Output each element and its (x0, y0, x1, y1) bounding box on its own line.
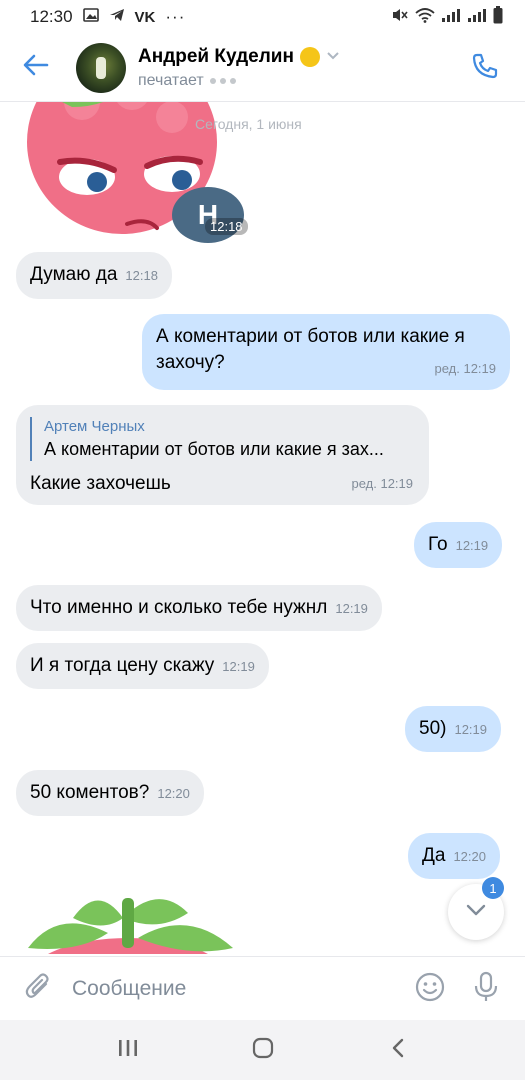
voice-message-button[interactable] (466, 969, 506, 1009)
message-time: 12:18 (205, 218, 248, 235)
back-button[interactable] (8, 40, 64, 96)
message-composer (0, 956, 525, 1020)
typing-status-text: печатает (138, 71, 204, 89)
outgoing-message[interactable]: А коментарии от ботов или какие я захочу… (142, 314, 510, 390)
strawberry-sticker[interactable] (18, 888, 238, 954)
recent-apps-button[interactable] (104, 1026, 152, 1074)
message-time: 12:19 (455, 538, 489, 553)
emoji-button[interactable] (410, 969, 450, 1009)
smile-icon (414, 971, 446, 1008)
message-time: 12:19 (335, 601, 368, 616)
status-time: 12:30 (30, 7, 73, 26)
chevron-down-icon (465, 903, 487, 922)
message-time: ред. 12:19 (351, 476, 413, 491)
chat-header: Андрей Куделин печатает (0, 34, 525, 102)
phone-icon (471, 52, 499, 85)
more-notifications-icon: ··· (165, 7, 186, 26)
gallery-icon (82, 7, 99, 27)
status-bar: 12:30 VK ··· (0, 0, 525, 34)
attach-button[interactable] (18, 969, 58, 1009)
paperclip-icon (24, 971, 52, 1006)
message-text: И я тогда цену скажу (30, 655, 215, 676)
chevron-down-icon (326, 48, 340, 66)
home-button[interactable] (239, 1026, 287, 1074)
outgoing-message[interactable]: Да 12:20 (408, 833, 500, 879)
system-navigation-bar (0, 1020, 525, 1080)
microphone-icon (473, 971, 499, 1008)
quoted-text: А коментарии от ботов или какие я зах... (44, 439, 384, 459)
message-input[interactable] (72, 968, 392, 1009)
quoted-message[interactable]: Артем Черных А коментарии от ботов или к… (30, 417, 415, 461)
home-icon (251, 1036, 275, 1065)
incoming-message[interactable]: Что именно и сколько тебе нужнл 12:19 (16, 585, 382, 631)
message-time: 12:18 (125, 268, 158, 283)
quoted-author: Артем Черных (44, 418, 145, 435)
incoming-reply-message[interactable]: Артем Черных А коментарии от ботов или к… (16, 405, 429, 505)
message-time: 12:20 (453, 849, 486, 864)
typing-dots-icon (209, 77, 236, 84)
unread-count-badge: 1 (482, 877, 504, 899)
message-time: 12:19 (222, 659, 255, 674)
call-button[interactable] (463, 46, 507, 90)
message-time: ред. 12:19 (434, 361, 496, 376)
chick-emoji-icon (299, 46, 320, 67)
nav-back-icon (390, 1037, 406, 1064)
mute-icon (391, 7, 409, 28)
vk-icon: VK (134, 8, 156, 26)
telegram-icon (109, 7, 125, 27)
outgoing-message[interactable]: Го 12:19 (414, 522, 503, 568)
incoming-message[interactable]: И я тогда цену скажу 12:19 (16, 643, 269, 689)
message-text: Думаю да (30, 264, 118, 285)
date-separator: Сегодня, 1 июня (195, 116, 302, 132)
system-back-button[interactable] (374, 1026, 422, 1074)
avatar[interactable] (76, 42, 126, 93)
message-list[interactable]: H 12:18 Сегодня, 1 июня Думаю да 12:18 А … (0, 102, 525, 954)
contact-status: печатает (138, 72, 340, 90)
message-text: Да (422, 845, 446, 866)
signal-icon (441, 7, 461, 28)
message-text: 50 коментов? (30, 782, 150, 803)
message-text-line-1: А коментарии от ботов или какие я (156, 326, 465, 347)
recent-apps-icon (117, 1038, 139, 1063)
message-text: 50) (419, 718, 447, 739)
battery-icon (493, 5, 503, 29)
message-time: 12:19 (454, 722, 488, 737)
wifi-icon (415, 7, 435, 28)
incoming-message[interactable]: 50 коментов? 12:20 (16, 770, 204, 816)
incoming-message[interactable]: Думаю да 12:18 (16, 252, 172, 299)
arrow-left-icon (23, 54, 49, 81)
message-text: Что именно и сколько тебе нужнл (30, 597, 328, 618)
outgoing-message[interactable]: 50) 12:19 (405, 706, 502, 752)
contact-info[interactable]: Андрей Куделин печатает (138, 46, 340, 90)
message-time: 12:20 (157, 786, 190, 801)
message-text: Го (428, 534, 448, 555)
contact-name: Андрей Куделин (138, 45, 294, 67)
signal-2-icon (467, 7, 487, 28)
